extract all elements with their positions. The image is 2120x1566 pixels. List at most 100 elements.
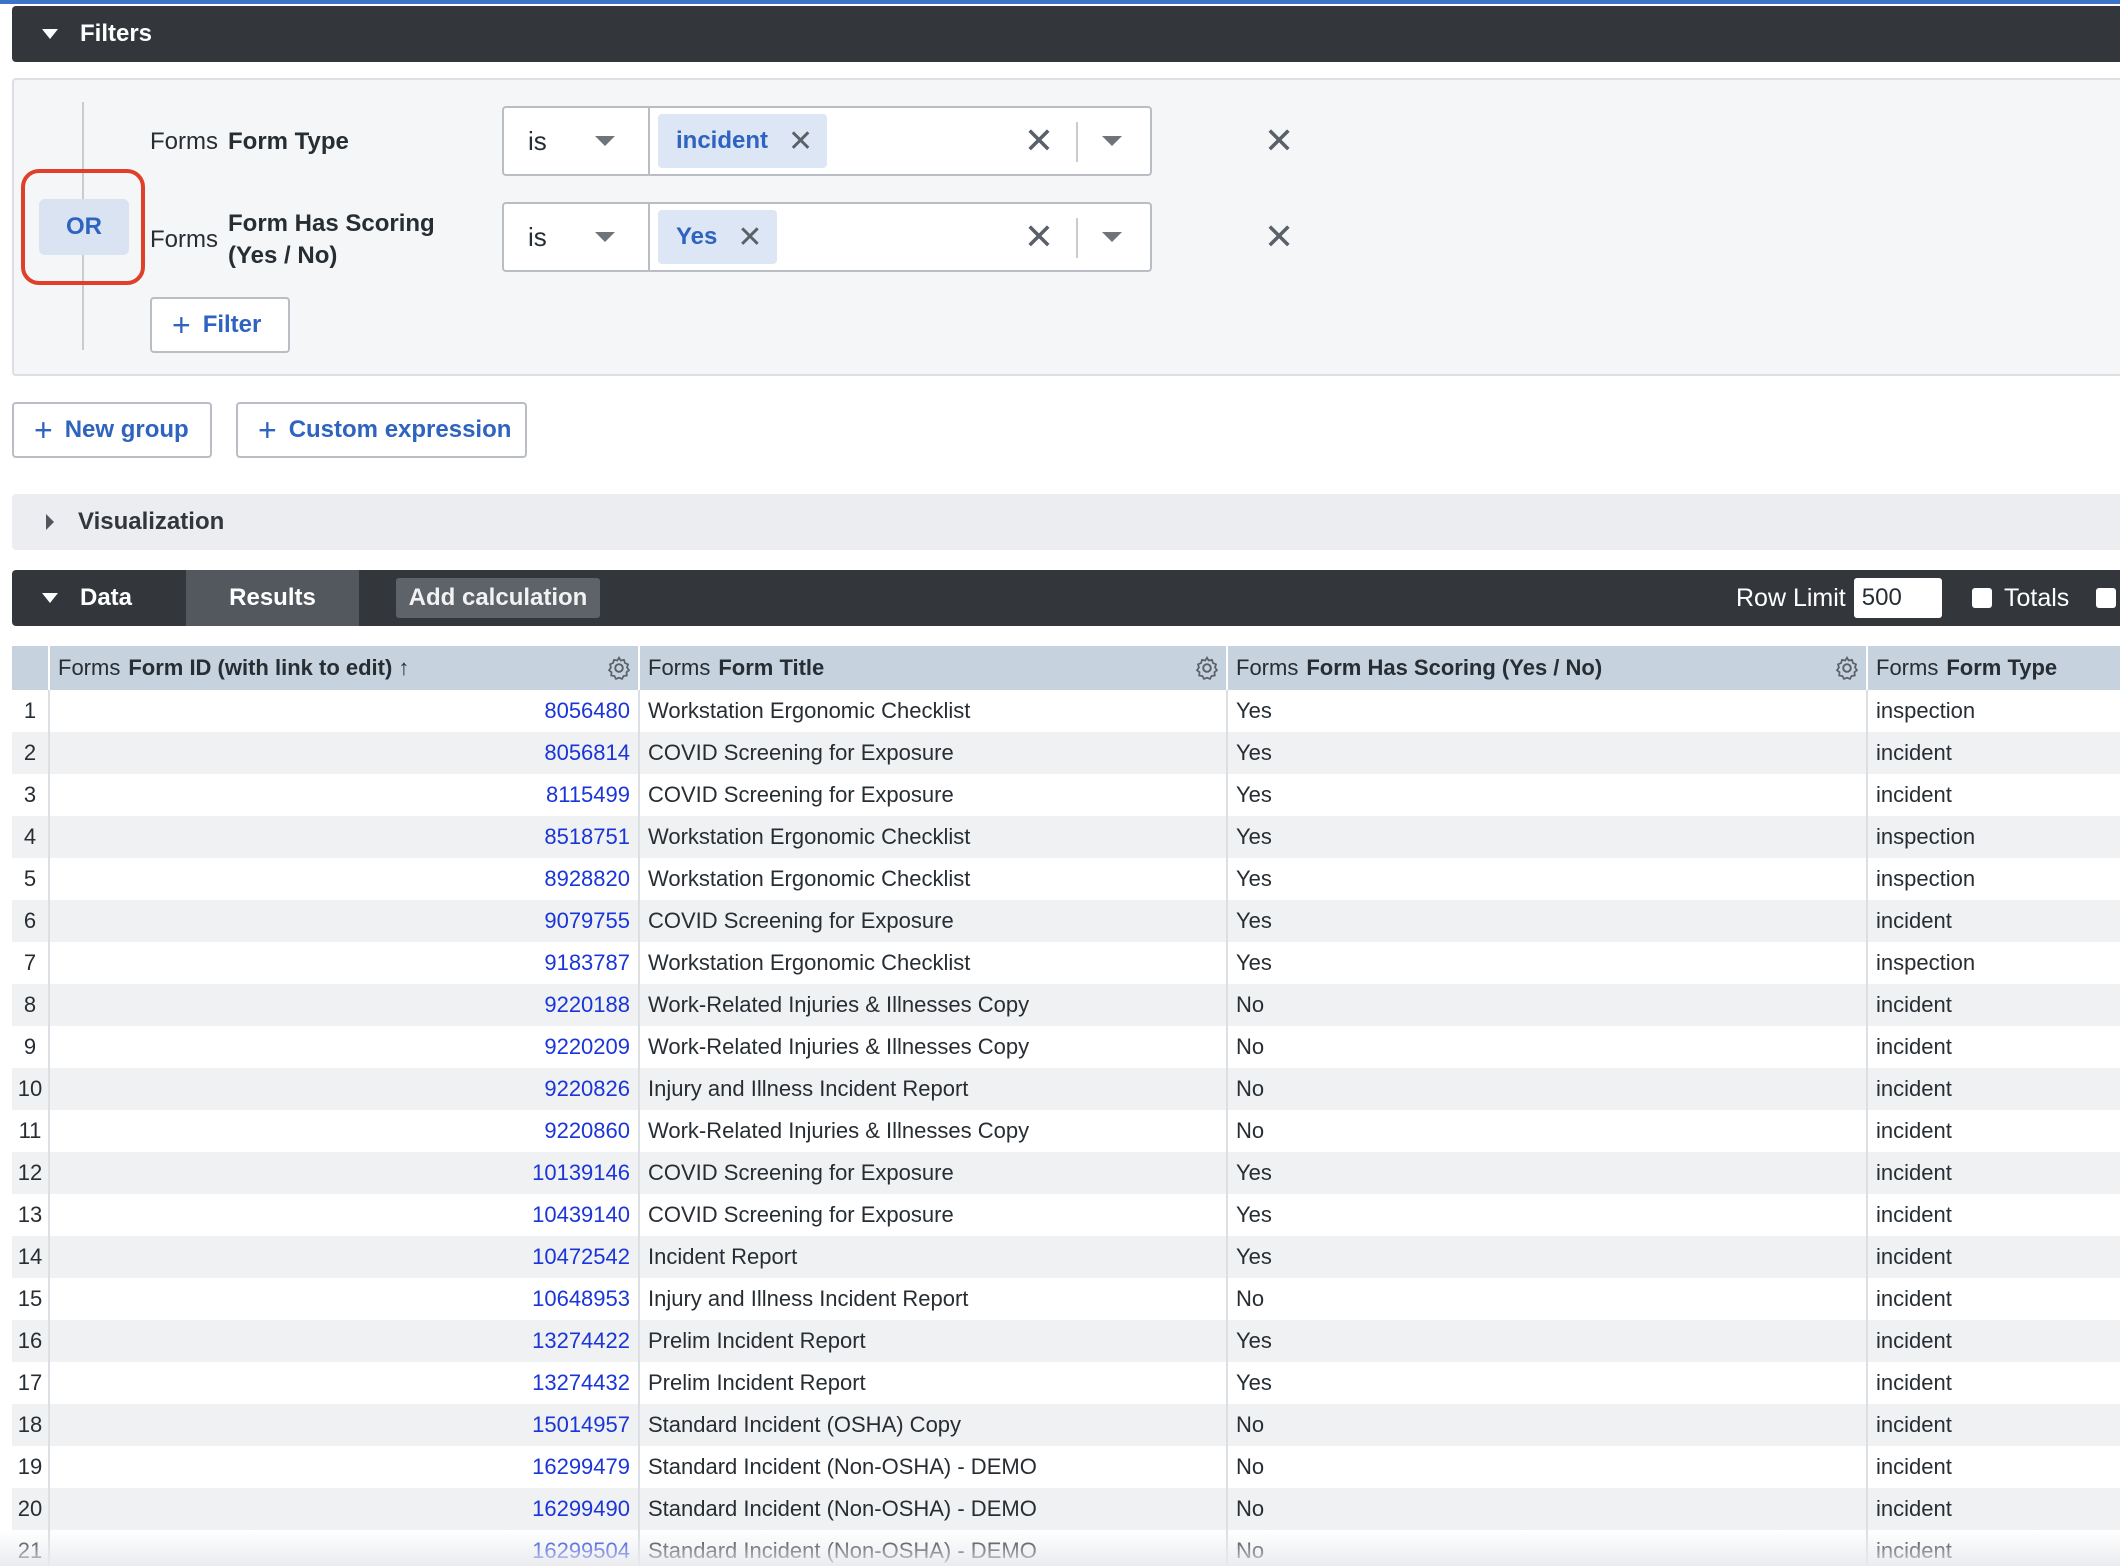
table-row: 2 8056814 COVID Screening for Exposure Yes i…: [12, 732, 2120, 774]
gear-icon[interactable]: [1834, 655, 1860, 681]
remove-filter-icon[interactable]: ✕: [1264, 120, 1294, 162]
plus-icon: +: [34, 412, 53, 448]
values-dropdown-icon[interactable]: [1102, 136, 1122, 146]
form-type-cell: incident: [1876, 1034, 1952, 1059]
second-checkbox[interactable]: [2096, 588, 2116, 608]
row-limit-input[interactable]: [1853, 578, 1942, 618]
filter-condition-has-scoring: is Yes ✕ ✕: [502, 202, 1152, 272]
data-section-header: Data Results Add calculation Row Limit T…: [12, 570, 2120, 626]
totals-label: Totals: [2004, 583, 2070, 612]
add-calculation-button[interactable]: Add calculation: [396, 578, 600, 618]
table-header-row: Forms Form ID (with link to edit) ↑ Form…: [12, 646, 2120, 690]
form-id-link[interactable]: 9220826: [544, 1076, 630, 1102]
form-type-cell: incident: [1876, 1286, 1952, 1311]
form-title-cell: Standard Incident (Non-OSHA) - DEMO: [640, 1488, 1228, 1530]
form-id-link[interactable]: 8928820: [544, 866, 630, 892]
column-header-form-type[interactable]: Forms Form Type: [1868, 646, 2120, 690]
form-title-cell: COVID Screening for Exposure: [640, 900, 1228, 942]
form-id-link[interactable]: 9183787: [544, 950, 630, 976]
form-title-cell: Prelim Incident Report: [640, 1320, 1228, 1362]
form-id-link[interactable]: 16299479: [532, 1454, 630, 1480]
form-id-cell: 8056480: [50, 690, 640, 732]
totals-checkbox[interactable]: [1972, 588, 1992, 608]
form-id-link[interactable]: 8115499: [546, 782, 630, 808]
form-type-cell: incident: [1876, 740, 1952, 765]
form-id-cell: 16299490: [50, 1488, 640, 1530]
results-table: Forms Form ID (with link to edit) ↑ Form…: [12, 646, 2120, 1566]
group-logic-toggle[interactable]: OR: [39, 199, 129, 255]
form-id-link[interactable]: 16299490: [532, 1496, 630, 1522]
operator-select[interactable]: is: [504, 204, 650, 270]
value-chip: Yes ✕: [658, 210, 777, 264]
table-row: 12 10139146 COVID Screening for Exposure Ye…: [12, 1152, 2120, 1194]
form-id-link[interactable]: 9220860: [544, 1118, 630, 1144]
values-dropdown-icon[interactable]: [1102, 232, 1122, 242]
row-number: 15: [12, 1278, 50, 1320]
filter-field-prefix: Forms: [150, 226, 218, 253]
collapse-triangle-icon: [42, 29, 58, 39]
form-id-link[interactable]: 8056814: [544, 740, 630, 766]
form-id-link[interactable]: 15014957: [532, 1412, 630, 1438]
column-header-form-id[interactable]: Forms Form ID (with link to edit) ↑: [50, 646, 640, 690]
filters-section-header[interactable]: Filters: [12, 6, 2120, 62]
form-type-cell: incident: [1876, 1160, 1952, 1185]
form-title-cell: COVID Screening for Exposure: [640, 1152, 1228, 1194]
form-type-cell: incident: [1876, 1412, 1952, 1437]
operator-select[interactable]: is: [504, 108, 650, 174]
form-id-link[interactable]: 13274422: [532, 1328, 630, 1354]
remove-chip-icon[interactable]: ✕: [737, 220, 762, 255]
gear-icon[interactable]: [606, 655, 632, 681]
add-filter-button[interactable]: + Filter: [150, 297, 290, 353]
form-id-link[interactable]: 10439140: [532, 1202, 630, 1228]
column-header-has-scoring[interactable]: Forms Form Has Scoring (Yes / No): [1228, 646, 1868, 690]
form-id-cell: 10439140: [50, 1194, 640, 1236]
form-title-cell: Work-Related Injuries & Illnesses Copy: [640, 984, 1228, 1026]
form-id-link[interactable]: 13274432: [532, 1370, 630, 1396]
form-id-link[interactable]: 9220188: [544, 992, 630, 1018]
table-row: 19 16299479 Standard Incident (Non-OSHA) -…: [12, 1446, 2120, 1488]
form-id-cell: 9220826: [50, 1068, 640, 1110]
form-id-link[interactable]: 10648953: [532, 1286, 630, 1312]
form-id-cell: 9220188: [50, 984, 640, 1026]
row-number: 12: [12, 1152, 50, 1194]
custom-expression-button[interactable]: + Custom expression: [236, 402, 527, 458]
form-type-cell: inspection: [1876, 866, 1976, 891]
visualization-section-header[interactable]: Visualization: [12, 494, 2120, 550]
table-row: 7 9183787 Workstation Ergonomic Checklist Y…: [12, 942, 2120, 984]
row-number: 16: [12, 1320, 50, 1362]
has-scoring-cell: Yes: [1228, 774, 1868, 816]
remove-filter-icon[interactable]: ✕: [1264, 216, 1294, 258]
clear-values-icon[interactable]: ✕: [1024, 216, 1054, 258]
form-id-link[interactable]: 8518751: [544, 824, 630, 850]
form-id-cell: 13274432: [50, 1362, 640, 1404]
form-id-link[interactable]: 10139146: [532, 1160, 630, 1186]
row-limit-control: Row Limit: [1736, 570, 1942, 626]
clear-values-icon[interactable]: ✕: [1024, 120, 1054, 162]
tab-data[interactable]: Data: [80, 584, 132, 612]
form-id-cell: 8115499: [50, 774, 640, 816]
table-row: 10 9220826 Injury and Illness Incident Rep…: [12, 1068, 2120, 1110]
form-id-link[interactable]: 10472542: [532, 1244, 630, 1270]
form-id-link[interactable]: 9079755: [544, 908, 630, 934]
table-row: 20 16299490 Standard Incident (Non-OSHA) -…: [12, 1488, 2120, 1530]
column-header-form-title[interactable]: Forms Form Title: [640, 646, 1228, 690]
form-id-link[interactable]: 9220209: [544, 1034, 630, 1060]
filter-field-name: Form Has Scoring (Yes / No): [228, 210, 435, 269]
row-number: 14: [12, 1236, 50, 1278]
form-type-cell: incident: [1876, 1496, 1952, 1521]
collapse-triangle-icon[interactable]: [42, 593, 58, 603]
filter-condition-form-type: is incident ✕ ✕: [502, 106, 1152, 176]
row-number: 8: [12, 984, 50, 1026]
row-number: 9: [12, 1026, 50, 1068]
filter-field-name: Form Type: [228, 128, 349, 155]
tab-results[interactable]: Results: [186, 570, 359, 626]
form-id-link[interactable]: 8056480: [544, 698, 630, 724]
form-title-cell: Workstation Ergonomic Checklist: [640, 942, 1228, 984]
has-scoring-cell: Yes: [1228, 1152, 1868, 1194]
table-row: 1 8056480 Workstation Ergonomic Checklist Y…: [12, 690, 2120, 732]
form-type-cell: incident: [1876, 908, 1952, 933]
gear-icon[interactable]: [1194, 655, 1220, 681]
new-group-button[interactable]: + New group: [12, 402, 212, 458]
remove-chip-icon[interactable]: ✕: [788, 124, 813, 159]
chevron-down-icon: [594, 232, 615, 242]
